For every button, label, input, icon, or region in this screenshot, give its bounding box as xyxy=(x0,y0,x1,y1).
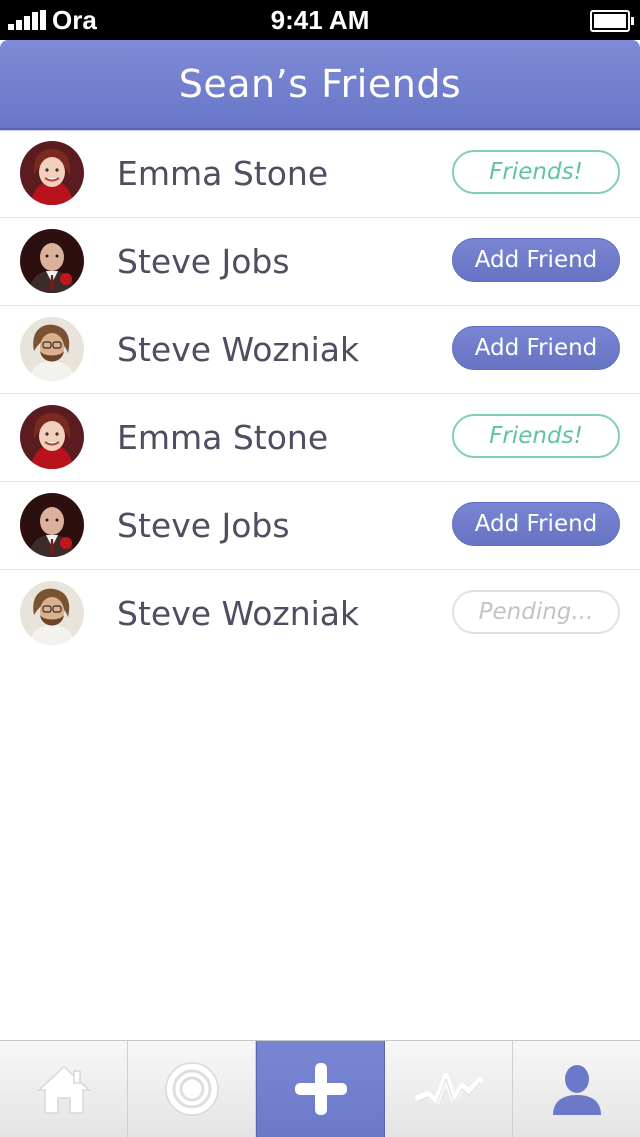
avatar-woz-icon xyxy=(20,581,84,645)
avatar[interactable] xyxy=(20,581,84,645)
avatar-emma-icon xyxy=(20,405,84,469)
avatar[interactable] xyxy=(20,405,84,469)
avatar[interactable] xyxy=(20,493,84,557)
avatar-jobs-icon xyxy=(20,229,84,293)
list-item[interactable]: Emma Stone Friends! xyxy=(0,394,640,482)
battery-icon xyxy=(590,10,634,32)
list-item[interactable]: Steve Wozniak Add Friend xyxy=(0,306,640,394)
friends-status-button[interactable]: Friends! xyxy=(452,414,620,458)
profile-icon xyxy=(552,1065,601,1115)
list-item[interactable]: Steve Wozniak Pending... xyxy=(0,570,640,657)
avatar-jobs-icon xyxy=(20,493,84,557)
status-bar: Ora 9:41 AM xyxy=(0,0,640,40)
friend-list: Emma Stone Friends! Steve Jobs Add Frien… xyxy=(0,130,640,657)
friends-status-button[interactable]: Friends! xyxy=(452,150,620,194)
friend-name: Emma Stone xyxy=(117,418,329,457)
activity-icon xyxy=(414,1073,483,1106)
page-title: Sean’s Friends xyxy=(178,62,462,106)
avatar[interactable] xyxy=(20,317,84,381)
pending-status-button[interactable]: Pending... xyxy=(452,590,620,634)
avatar[interactable] xyxy=(20,229,84,293)
avatar-emma-icon xyxy=(20,141,84,205)
add-friend-button[interactable]: Add Friend xyxy=(452,326,620,370)
tab-home[interactable] xyxy=(0,1041,128,1137)
friend-name: Steve Jobs xyxy=(117,242,290,281)
tab-profile[interactable] xyxy=(513,1041,640,1137)
target-icon xyxy=(164,1062,219,1116)
friend-name: Emma Stone xyxy=(117,154,329,193)
tab-activity[interactable] xyxy=(385,1041,513,1137)
list-item[interactable]: Steve Jobs Add Friend xyxy=(0,482,640,570)
nav-bar: Sean’s Friends xyxy=(0,40,640,130)
clock: 9:41 AM xyxy=(270,5,370,35)
plus-icon xyxy=(294,1063,347,1115)
add-friend-button[interactable]: Add Friend xyxy=(452,238,620,282)
list-item[interactable]: Emma Stone Friends! xyxy=(0,130,640,218)
home-icon xyxy=(36,1065,91,1114)
list-item[interactable]: Steve Jobs Add Friend xyxy=(0,218,640,306)
tab-target[interactable] xyxy=(128,1041,256,1137)
add-friend-button[interactable]: Add Friend xyxy=(452,502,620,546)
tab-bar xyxy=(0,1040,640,1137)
tab-add[interactable] xyxy=(256,1041,385,1137)
avatar[interactable] xyxy=(20,141,84,205)
friend-name: Steve Wozniak xyxy=(117,330,360,369)
avatar-woz-icon xyxy=(20,317,84,381)
friend-name: Steve Wozniak xyxy=(117,594,360,633)
friend-name: Steve Jobs xyxy=(117,506,290,545)
